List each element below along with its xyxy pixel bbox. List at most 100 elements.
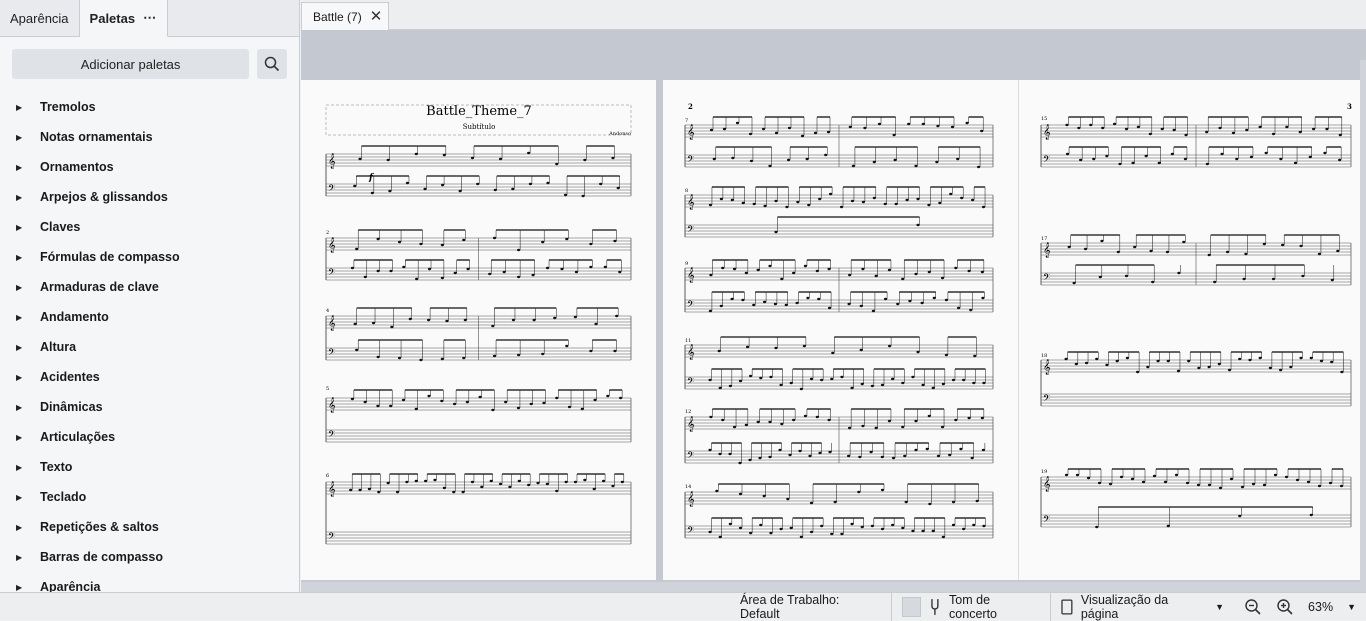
note-head: [452, 490, 456, 494]
note-head: [527, 151, 531, 155]
note-head: [818, 451, 822, 455]
note-head: [615, 314, 619, 318]
note-head: [921, 529, 925, 533]
concert-pitch-checkbox[interactable]: [901, 596, 922, 617]
bass-clef: 𝄢: [328, 183, 335, 196]
note-head: [817, 297, 821, 301]
score-page-2[interactable]: 2 7 8 9 11 12 14 𝄞 𝄢 𝄞 𝄢 𝄞 𝄢 𝄞 𝄢 𝄞 𝄢 𝄞 𝄢: [663, 80, 1018, 580]
palette-item[interactable]: ▶ Aparência: [0, 572, 299, 592]
palette-item[interactable]: ▶ Articulações: [0, 422, 299, 452]
score-page-1[interactable]: Battle_Theme_7 Subtítulo Andonso f 2 4 5…: [301, 80, 656, 580]
note-head: [796, 200, 800, 204]
note-head: [389, 269, 393, 273]
palette-item[interactable]: ▶ Tremolos: [0, 92, 299, 122]
note-head: [1131, 161, 1135, 165]
palette-item[interactable]: ▶ Claves: [0, 212, 299, 242]
note-head: [936, 124, 940, 128]
expand-arrow-icon[interactable]: ▶: [16, 553, 40, 562]
note-head: [1160, 127, 1164, 131]
note-head: [1183, 157, 1188, 161]
note-head: [935, 160, 939, 164]
note-head: [972, 381, 976, 385]
expand-arrow-icon[interactable]: ▶: [16, 433, 40, 442]
note-head: [768, 164, 772, 168]
document-tab[interactable]: Battle (7) ✕: [301, 2, 389, 30]
note-head: [1218, 486, 1223, 490]
note-head: [717, 349, 721, 353]
close-icon[interactable]: ✕: [370, 9, 383, 24]
note-head: [1095, 525, 1099, 529]
note-head: [1207, 253, 1211, 257]
expand-arrow-icon[interactable]: ▶: [16, 163, 40, 172]
palette-item[interactable]: ▶ Repetições & saltos: [0, 512, 299, 542]
expand-arrow-icon[interactable]: ▶: [16, 193, 40, 202]
expand-arrow-icon[interactable]: ▶: [16, 253, 40, 262]
workspace-selector[interactable]: Área de Trabalho: Default: [730, 593, 891, 621]
zoom-out-icon[interactable]: [1244, 598, 1262, 616]
more-options-icon[interactable]: ⋯: [143, 10, 157, 26]
note-head: [1083, 247, 1088, 251]
expand-arrow-icon[interactable]: ▶: [16, 223, 40, 232]
palette-item[interactable]: ▶ Dinâmicas: [0, 392, 299, 422]
page-number: 3: [1347, 102, 1352, 111]
note-head: [746, 345, 750, 349]
palette-item[interactable]: ▶ Andamento: [0, 302, 299, 332]
note-head: [397, 356, 402, 360]
expand-arrow-icon[interactable]: ▶: [16, 493, 40, 502]
expand-arrow-icon[interactable]: ▶: [16, 133, 40, 142]
horizontal-scrollbar[interactable]: [301, 582, 1366, 592]
note-head: [1072, 281, 1076, 285]
note-head: [1065, 152, 1070, 156]
palette-item[interactable]: ▶ Notas ornamentais: [0, 122, 299, 152]
score-canvas[interactable]: Battle_Theme_7 Subtítulo Andonso f 2 4 5…: [301, 30, 1366, 592]
palette-item[interactable]: ▶ Acidentes: [0, 362, 299, 392]
palette-item[interactable]: ▶ Barras de compasso: [0, 542, 299, 572]
note-head: [916, 223, 920, 227]
palette-item[interactable]: ▶ Fórmulas de compasso: [0, 242, 299, 272]
expand-arrow-icon[interactable]: ▶: [16, 373, 40, 382]
note-head: [1130, 477, 1135, 481]
note-head: [1319, 359, 1324, 363]
note-head: [1157, 161, 1161, 165]
zoom-in-icon[interactable]: [1276, 598, 1294, 616]
palette-item[interactable]: ▶ Arpejos & glissandos: [0, 182, 299, 212]
view-mode-dropdown[interactable]: Visualização da página ▼: [1051, 593, 1234, 621]
expand-arrow-icon[interactable]: ▶: [16, 463, 40, 472]
tab-appearance[interactable]: Aparência: [0, 0, 80, 36]
treble-clef: 𝄞: [1043, 125, 1051, 140]
score-page-3[interactable]: 3 15 17 18 19 𝄞 𝄢 𝄞 𝄢 𝄞 𝄢 𝄞 𝄢: [1018, 80, 1366, 580]
palette-item[interactable]: ▶ Armaduras de clave: [0, 272, 299, 302]
tab-palettes[interactable]: Paletas ⋯: [79, 0, 169, 37]
chevron-down-icon[interactable]: ▼: [1347, 602, 1356, 612]
note-head: [786, 497, 790, 501]
concert-pitch-toggle[interactable]: Tom de concerto: [892, 593, 1051, 621]
note-head: [883, 202, 887, 206]
note-head: [1065, 123, 1069, 127]
palette-item[interactable]: ▶ Ornamentos: [0, 152, 299, 182]
palette-item[interactable]: ▶ Altura: [0, 332, 299, 362]
expand-arrow-icon[interactable]: ▶: [16, 583, 40, 592]
vertical-scrollbar[interactable]: [1360, 60, 1366, 592]
expand-arrow-icon[interactable]: ▶: [16, 283, 40, 292]
note-head: [1141, 480, 1146, 484]
note-head: [1271, 132, 1276, 136]
note-head: [1064, 357, 1068, 361]
expand-arrow-icon[interactable]: ▶: [16, 523, 40, 532]
zoom-level[interactable]: 63%: [1308, 600, 1333, 614]
note-head: [1306, 480, 1311, 484]
palette-item[interactable]: ▶ Texto: [0, 452, 299, 482]
note-head: [732, 425, 737, 429]
palette-item[interactable]: ▶ Teclado: [0, 482, 299, 512]
expand-arrow-icon[interactable]: ▶: [16, 343, 40, 352]
expand-arrow-icon[interactable]: ▶: [16, 103, 40, 112]
note-head: [730, 198, 734, 202]
note-head: [358, 488, 362, 492]
expand-arrow-icon[interactable]: ▶: [16, 403, 40, 412]
note-head: [833, 500, 837, 504]
note-head: [386, 158, 390, 162]
search-button[interactable]: [257, 49, 287, 79]
note-head: [731, 156, 735, 160]
add-palettes-button[interactable]: Adicionar paletas: [12, 49, 250, 79]
note-head: [861, 200, 865, 204]
expand-arrow-icon[interactable]: ▶: [16, 313, 40, 322]
